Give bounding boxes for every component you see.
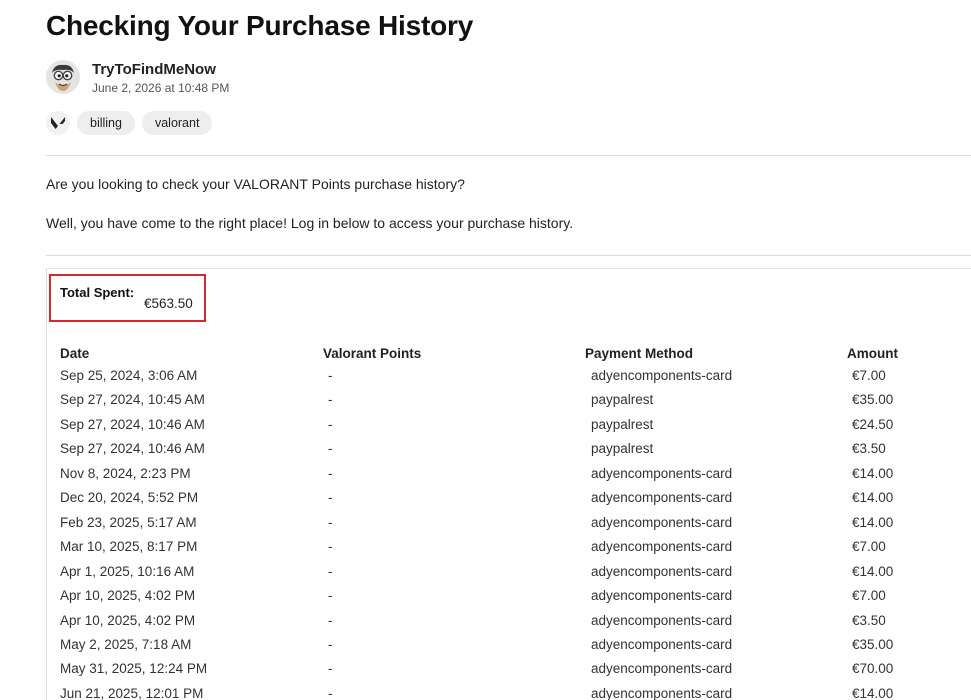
cell-payment-method: paypalrest <box>591 392 654 408</box>
cell-payment-method: adyencomponents-card <box>591 636 733 652</box>
cell-valorant-points: - <box>328 368 333 383</box>
cell-amount: €70.00 <box>852 661 894 677</box>
tag-valorant[interactable]: valorant <box>141 111 213 135</box>
cell-payment-method: adyencomponents-card <box>591 514 733 530</box>
cell-amount: €35.00 <box>852 392 894 408</box>
cell-valorant-points: - <box>328 685 333 700</box>
cell-amount: €3.50 <box>852 612 886 628</box>
cell-payment-method: adyencomponents-card <box>591 661 733 677</box>
cell-amount: €3.50 <box>852 441 886 457</box>
cell-date: Sep 25, 2024, 3:06 AM <box>60 368 198 383</box>
author-avatar[interactable] <box>46 60 80 94</box>
cell-date: Jun 21, 2025, 12:01 PM <box>60 685 204 700</box>
cell-date: Sep 27, 2024, 10:46 AM <box>60 441 205 457</box>
cell-valorant-points: - <box>328 588 333 604</box>
cell-valorant-points: - <box>328 563 333 579</box>
cell-payment-method: adyencomponents-card <box>591 465 733 481</box>
valorant-icon[interactable] <box>46 111 70 135</box>
cell-date: Sep 27, 2024, 10:45 AM <box>60 392 205 408</box>
cell-valorant-points: - <box>328 465 333 481</box>
total-spent-value: €563.50 <box>144 296 193 311</box>
cell-valorant-points: - <box>328 612 333 628</box>
cell-date: Nov 8, 2024, 2:23 PM <box>60 465 191 481</box>
cell-date: Feb 23, 2025, 5:17 AM <box>60 514 197 530</box>
cell-payment-method: adyencomponents-card <box>591 685 733 700</box>
tag-list: billing valorant <box>46 111 213 135</box>
cell-payment-method: adyencomponents-card <box>591 490 733 506</box>
column-header-valorant-points: Valorant Points <box>323 346 422 361</box>
divider <box>46 255 971 256</box>
cell-amount: €14.00 <box>852 465 894 481</box>
cell-payment-method: adyencomponents-card <box>591 368 733 383</box>
cell-valorant-points: - <box>328 416 333 432</box>
intro-paragraph: Are you looking to check your VALORANT P… <box>46 176 465 192</box>
cell-amount: €24.50 <box>852 416 894 432</box>
cell-valorant-points: - <box>328 490 333 506</box>
cell-valorant-points: - <box>328 514 333 530</box>
cell-date: May 31, 2025, 12:24 PM <box>60 661 208 677</box>
author-block: TryToFindMeNow June 2, 2026 at 10:48 PM <box>46 60 229 96</box>
tag-billing[interactable]: billing <box>77 111 135 135</box>
cell-payment-method: paypalrest <box>591 441 654 457</box>
cell-valorant-points: - <box>328 636 333 652</box>
cell-amount: €14.00 <box>852 685 894 700</box>
cell-amount: €7.00 <box>852 539 886 555</box>
cell-date: Apr 10, 2025, 4:02 PM <box>60 588 196 604</box>
cell-amount: €14.00 <box>852 490 894 506</box>
divider <box>46 155 971 156</box>
cell-amount: €14.00 <box>852 514 894 530</box>
total-spent-label: Total Spent: <box>60 285 135 300</box>
column-header-date: Date <box>60 346 90 361</box>
cartoon-character-avatar-icon <box>46 60 80 94</box>
cell-payment-method: adyencomponents-card <box>591 563 733 579</box>
cell-date: Mar 10, 2025, 8:17 PM <box>60 539 198 555</box>
cell-valorant-points: - <box>328 539 333 555</box>
cell-amount: €7.00 <box>852 588 886 604</box>
cell-payment-method: adyencomponents-card <box>591 539 733 555</box>
page-title: Checking Your Purchase History <box>46 10 474 41</box>
cell-payment-method: adyencomponents-card <box>591 588 733 604</box>
column-header-payment-method: Payment Method <box>585 346 694 361</box>
cell-date: Dec 20, 2024, 5:52 PM <box>60 490 199 506</box>
post-date: June 2, 2026 at 10:48 PM <box>92 81 230 95</box>
cell-amount: €14.00 <box>852 563 894 579</box>
cell-amount: €35.00 <box>852 636 894 652</box>
author-name[interactable]: TryToFindMeNow <box>92 60 229 80</box>
cell-date: Apr 10, 2025, 4:02 PM <box>60 612 196 628</box>
cell-valorant-points: - <box>328 441 333 457</box>
instruction-paragraph: Well, you have come to the right place! … <box>46 215 574 231</box>
column-header-amount: Amount <box>847 346 898 361</box>
cell-date: Apr 1, 2025, 10:16 AM <box>60 563 195 579</box>
cell-date: Sep 27, 2024, 10:46 AM <box>60 416 205 432</box>
cell-date: May 2, 2025, 7:18 AM <box>60 636 192 652</box>
cell-valorant-points: - <box>328 392 333 408</box>
cell-payment-method: adyencomponents-card <box>591 612 733 628</box>
cell-payment-method: paypalrest <box>591 416 654 432</box>
cell-amount: €7.00 <box>852 368 886 383</box>
cell-valorant-points: - <box>328 661 333 677</box>
purchase-history-panel <box>46 268 971 700</box>
